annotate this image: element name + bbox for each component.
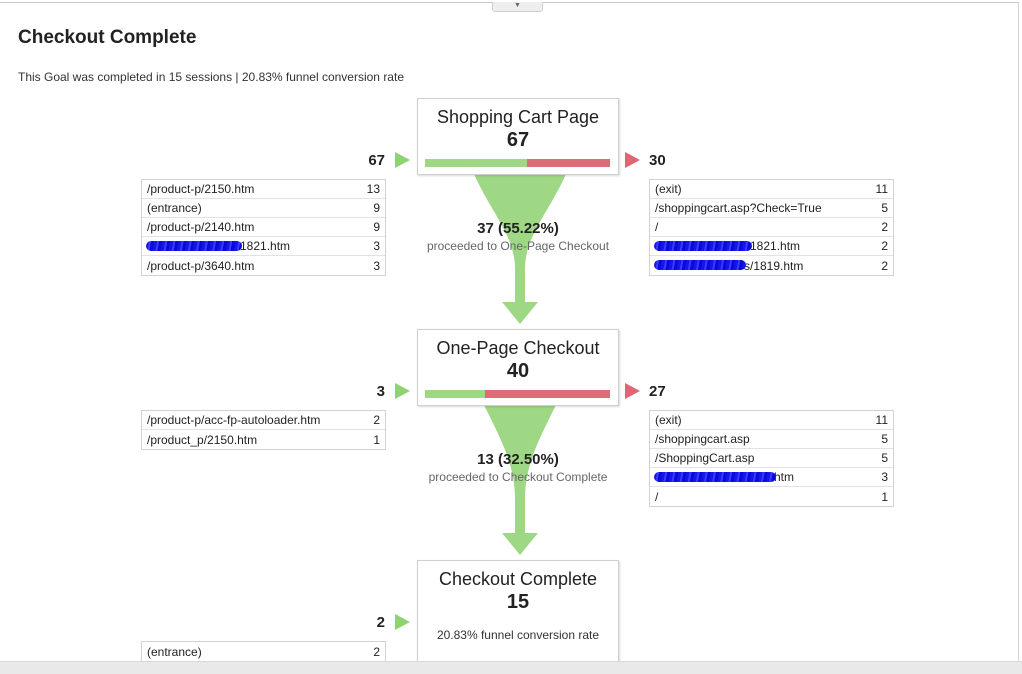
table-row[interactable]: (exit) 11 xyxy=(650,411,893,430)
step-proceed-bar xyxy=(425,159,610,167)
table-row[interactable]: /2 xyxy=(650,218,893,237)
redaction-scribble xyxy=(654,260,746,270)
page-path: (exit) xyxy=(655,413,682,427)
table-row[interactable]: /product-p/2150.htm 13 xyxy=(142,180,385,199)
page-path: /product-p/2140.htm xyxy=(147,220,255,234)
exit-table: (exit) 11 /shoppingcart.asp?Check=True 5 /… xyxy=(649,179,894,276)
step-box-shopping-cart[interactable]: Shopping Cart Page 67 xyxy=(417,98,619,175)
redaction-scribble xyxy=(146,241,242,251)
page-path: (entrance) xyxy=(147,644,202,659)
entrance-arrow-icon xyxy=(395,152,410,168)
exit-fill xyxy=(527,159,610,167)
table-row[interactable]: /shoppingcart.asp 5 xyxy=(650,430,893,449)
step-box-one-page-checkout[interactable]: One-Page Checkout 40 xyxy=(417,329,619,406)
step-box-checkout-complete[interactable]: Checkout Complete 15 20.83% funnel conve… xyxy=(417,560,619,662)
step-count: 40 xyxy=(506,360,530,382)
bottom-scrollbar[interactable] xyxy=(0,661,1022,674)
page-path: /shoppingcart.asp xyxy=(655,432,750,446)
exit-count: 30 xyxy=(649,152,666,169)
page-count: 1 xyxy=(373,432,380,447)
page-count: 2 xyxy=(881,258,888,273)
table-row[interactable]: /product-p/acc-fp-autoloader.htm 2 xyxy=(142,411,385,430)
page-count: 2 xyxy=(881,220,888,234)
proceed-count: 37 (55.22%) xyxy=(477,220,559,237)
proceed-label: 37 (55.22%) proceeded to One-Page Checko… xyxy=(403,220,633,253)
page-path: /product_p/2150.htm xyxy=(147,432,258,447)
entrance-arrow-icon xyxy=(395,614,410,630)
table-row[interactable]: s/1819.htm 2 xyxy=(650,256,893,275)
table-row[interactable]: /product-p/3640.htm 3 xyxy=(142,256,385,275)
table-row[interactable]: /shoppingcart.asp?Check=True 5 xyxy=(650,199,893,218)
chevron-down-icon: ▼ xyxy=(514,2,521,9)
step-name: Checkout Complete xyxy=(438,569,598,589)
table-row[interactable]: /ShoppingCart.asp 5 xyxy=(650,449,893,468)
exit-fill xyxy=(485,390,610,398)
table-row[interactable]: 1821.htm 2 xyxy=(650,237,893,256)
page-path: / xyxy=(655,489,659,504)
step-proceed-bar xyxy=(425,390,610,398)
page-count: 3 xyxy=(373,239,380,253)
entrance-count: 67 xyxy=(368,152,385,169)
page-path: / xyxy=(655,220,659,234)
entrance-table: (entrance) 2 xyxy=(141,641,386,662)
table-row[interactable]: htm 3 xyxy=(650,468,893,487)
page-path: /ShoppingCart.asp xyxy=(655,451,755,465)
page-count: 3 xyxy=(373,258,380,273)
page-count: 3 xyxy=(881,470,888,484)
page-count: 5 xyxy=(881,451,888,465)
page-count: 11 xyxy=(875,182,888,196)
conversion-rate: 20.83% funnel conversion rate xyxy=(436,628,600,642)
table-row[interactable]: (exit) 11 xyxy=(650,180,893,199)
proceed-text: proceeded to One-Page Checkout xyxy=(426,239,610,253)
redaction-scribble xyxy=(654,241,752,251)
page-count: 9 xyxy=(373,220,380,234)
step-name: Shopping Cart Page xyxy=(436,107,600,127)
page-count: 5 xyxy=(881,432,888,446)
page-path: /product-p/2150.htm xyxy=(147,182,255,196)
proceed-text: proceeded to Checkout Complete xyxy=(428,470,608,484)
table-row[interactable]: /product_p/2150.htm 1 xyxy=(142,430,385,449)
exit-count: 27 xyxy=(649,383,666,400)
entrance-table: /product-p/2150.htm 13 (entrance) 9 /produ… xyxy=(141,179,386,276)
goal-summary: This Goal was completed in 15 sessions |… xyxy=(18,70,404,84)
page-path: (entrance) xyxy=(147,201,202,215)
page-path: /shoppingcart.asp?Check=True xyxy=(655,201,822,215)
exit-table: (exit) 11 /shoppingcart.asp 5 /ShoppingCar… xyxy=(649,410,894,507)
entrance-table: /product-p/acc-fp-autoloader.htm 2 /produ… xyxy=(141,410,386,450)
step-name: One-Page Checkout xyxy=(436,338,600,358)
page-count: 2 xyxy=(881,239,888,253)
page-path: /product-p/3640.htm xyxy=(147,258,255,273)
right-divider xyxy=(1018,2,1019,662)
proceed-fill xyxy=(425,159,528,167)
table-row[interactable]: 1821.htm 3 xyxy=(142,237,385,256)
page-count: 2 xyxy=(373,644,380,659)
table-row[interactable]: /1 xyxy=(650,487,893,506)
exit-arrow-icon xyxy=(625,383,640,399)
entrance-arrow-icon xyxy=(395,383,410,399)
page-count: 1 xyxy=(881,489,888,504)
proceed-count: 13 (32.50%) xyxy=(477,451,559,468)
page-count: 2 xyxy=(373,413,380,427)
page-count: 5 xyxy=(881,201,888,215)
table-row[interactable]: /product-p/2140.htm 9 xyxy=(142,218,385,237)
redaction-scribble xyxy=(654,472,776,482)
entrance-count: 3 xyxy=(376,383,385,400)
page-title: Checkout Complete xyxy=(18,27,197,48)
collapse-toggle[interactable]: ▼ xyxy=(492,2,543,12)
table-row[interactable]: (entrance) 2 xyxy=(142,642,385,661)
proceed-label: 13 (32.50%) proceeded to Checkout Comple… xyxy=(403,451,633,484)
page-count: 11 xyxy=(875,413,888,427)
page-path: (exit) xyxy=(655,182,682,196)
proceed-fill xyxy=(425,390,486,398)
page-count: 9 xyxy=(373,201,380,215)
entrance-count: 2 xyxy=(376,614,385,631)
table-row[interactable]: (entrance) 9 xyxy=(142,199,385,218)
page-count: 13 xyxy=(366,182,380,196)
step-count: 15 xyxy=(506,591,530,613)
exit-arrow-icon xyxy=(625,152,640,168)
step-count: 67 xyxy=(506,129,530,151)
page-path: /product-p/acc-fp-autoloader.htm xyxy=(147,413,321,427)
